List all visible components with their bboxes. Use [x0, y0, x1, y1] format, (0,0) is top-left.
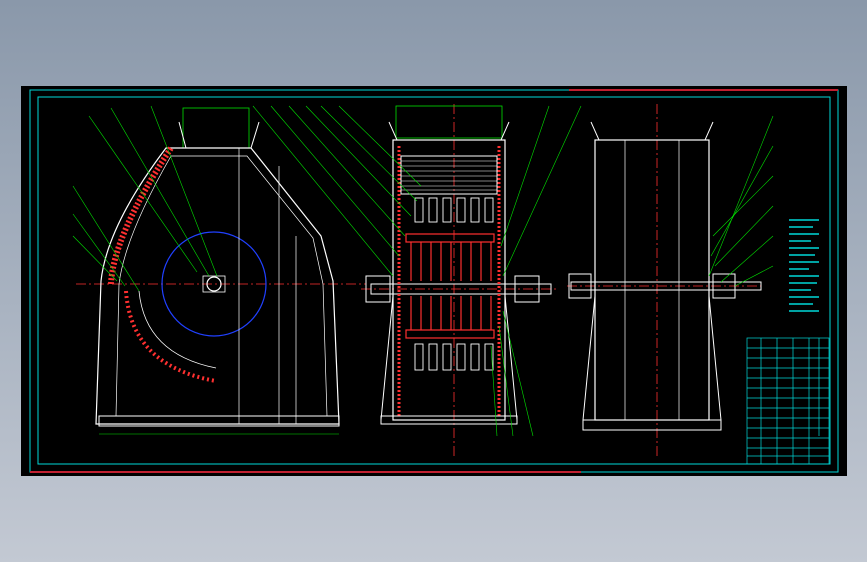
front-grille-bars — [401, 160, 497, 191]
cad-viewport[interactable] — [21, 86, 847, 476]
front-housing-right-flare — [504, 295, 518, 421]
side-section-view — [72, 105, 366, 435]
end-hopper — [590, 121, 714, 141]
front-housing-left-flare — [380, 295, 394, 421]
side-screen-arc-inner — [138, 290, 217, 369]
front-lower-hammers — [405, 296, 495, 339]
side-leader-4 — [88, 115, 198, 273]
side-leader-5 — [110, 107, 210, 277]
side-leader-1 — [72, 185, 140, 292]
side-housing-outline — [95, 147, 340, 425]
side-housing-inner — [115, 155, 328, 417]
end-leaders — [708, 115, 774, 287]
hammer-mill-assembly-drawing — [29, 89, 839, 473]
front-hopper — [388, 121, 510, 141]
side-liner — [108, 146, 174, 285]
side-rotor-circle — [161, 231, 267, 337]
side-hopper — [178, 121, 260, 149]
front-section-view — [252, 104, 582, 456]
front-upper-hammers — [405, 233, 495, 281]
end-housing — [594, 139, 710, 421]
side-leader-6 — [150, 105, 218, 277]
front-hopper-box — [395, 105, 503, 139]
inner-frame — [37, 96, 831, 465]
end-base — [582, 419, 722, 431]
end-right-flare — [708, 295, 722, 421]
outer-frame — [29, 89, 839, 473]
front-grille — [400, 155, 498, 195]
side-hopper-box — [182, 107, 250, 149]
end-left-flare — [582, 295, 596, 421]
side-leader-2 — [72, 213, 126, 287]
technical-notes — [789, 219, 819, 312]
front-housing — [392, 139, 506, 421]
end-elevation-view — [567, 104, 774, 456]
title-block — [746, 337, 830, 465]
side-screen-arc — [124, 290, 217, 383]
